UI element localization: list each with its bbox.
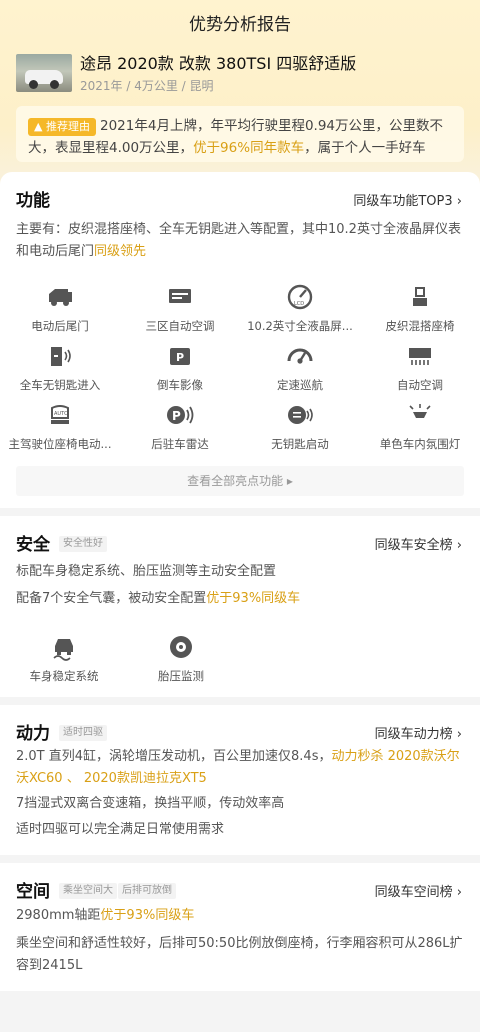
feature-label: 自动空调 — [397, 378, 443, 392]
chevron-right-icon: › — [456, 727, 462, 742]
tire-pressure-icon — [170, 636, 192, 658]
feature-label: 主驾驶位座椅电动... — [8, 437, 112, 451]
space-line-2: 乘坐空间和舒适性较好，后排可50:50比例放倒座椅，行李厢容积可从286L扩容到… — [16, 936, 463, 973]
svg-text:AUTO: AUTO — [54, 411, 68, 417]
safety-tag: 安全性好 — [59, 536, 107, 552]
page-title: 优势分析报告 — [189, 15, 291, 35]
thumb-up-icon: ▲ — [34, 120, 43, 133]
chevron-right-icon: › — [456, 538, 462, 553]
feature-item[interactable]: P 倒车影像 — [120, 343, 240, 393]
cruise-icon — [287, 348, 313, 364]
space-rank-link[interactable]: 同级车空间榜 › — [375, 881, 462, 900]
feature-item[interactable]: 电动后尾门 — [0, 284, 120, 334]
power-line-3: 适时四驱可以完全满足日常使用需求 — [16, 822, 225, 837]
compare-link-xt5[interactable]: 2020款凯迪拉克XT5 — [84, 771, 207, 786]
power-title: 动力 — [16, 724, 50, 744]
feature-tire-pressure[interactable]: 胎压监测 — [131, 634, 231, 684]
feature-label: 单色车内氛围灯 — [379, 437, 461, 451]
space-title: 空间 — [16, 882, 50, 902]
power-card: 动力 适时四驱 同级车动力榜 › 2.0T 直列4缸，涡轮增压发动机，百公里加速… — [0, 705, 480, 855]
feature-item[interactable]: 皮织混搭座椅 — [360, 284, 480, 334]
feature-item[interactable]: LCD 10.2英寸全液晶屏... — [240, 284, 360, 334]
stability-icon — [53, 639, 73, 661]
feature-item[interactable]: 三区自动空调 — [120, 284, 240, 334]
power-line-1: 2.0T 直列4缸，涡轮增压发动机，百公里加速仅8.4s，动力秒杀 2020款沃… — [16, 749, 460, 786]
svg-text:P: P — [172, 409, 181, 423]
feature-item[interactable]: AUTO 主驾驶位座椅电动... — [0, 402, 120, 452]
feature-item[interactable]: 单色车内氛围灯 — [360, 402, 480, 452]
feature-item[interactable]: 无钥匙启动 — [240, 402, 360, 452]
seat-icon — [413, 287, 427, 306]
feature-item[interactable]: 全车无钥匙进入 — [0, 343, 120, 393]
space-line-1: 2980mm轴距优于93%同级车 — [16, 908, 195, 923]
climate-icon — [169, 289, 191, 303]
feature-label: 倒车影像 — [157, 378, 203, 392]
function-card: 功能 同级车功能TOP3 › 主要有：皮织混搭座椅、全车无钥匙进入等配置，其中1… — [0, 172, 480, 508]
chevron-right-icon: › — [456, 194, 462, 209]
space-tag-2: 后排可放倒 — [118, 883, 176, 899]
keyless-start-icon — [288, 406, 313, 424]
car-meta: 2021年 / 4万公里 / 昆明 — [80, 79, 214, 93]
power-rank-link[interactable]: 同级车动力榜 › — [375, 723, 462, 742]
power-seat-icon: AUTO — [51, 405, 69, 424]
function-top3-link[interactable]: 同级车功能TOP3 › — [353, 190, 462, 209]
feature-label: 三区自动空调 — [145, 319, 215, 333]
feature-label: 电动后尾门 — [31, 319, 89, 333]
reverse-camera-icon: P — [170, 348, 190, 365]
safety-line-1: 标配车身稳定系统、胎压监测等主动安全配置 — [16, 564, 277, 579]
chevron-right-icon: › — [456, 885, 462, 900]
recommend-box: 2021年4月上牌，年平均行驶里程0.94万公里，公里数不大，表显里程4.00万… — [16, 106, 464, 162]
function-title: 功能 — [16, 191, 50, 211]
function-desc: 主要有：皮织混搭座椅、全车无钥匙进入等配置，其中10.2英寸全液晶屏仪表和电动后… — [16, 222, 461, 259]
feature-label: 后驻车雷达 — [151, 437, 209, 451]
feature-item[interactable]: 自动空调 — [360, 343, 480, 393]
feature-label: 皮织混搭座椅 — [385, 319, 455, 333]
feature-label: 无钥匙启动 — [271, 437, 329, 451]
parking-radar-icon: P — [167, 406, 194, 424]
svg-text:LCD: LCD — [294, 301, 304, 307]
car-thumbnail[interactable] — [16, 54, 72, 92]
power-line-2: 7挡湿式双离合变速箱，换挡平顺，传动效率高 — [16, 796, 285, 811]
recommend-highlight: 优于96%同年款车 — [193, 140, 305, 156]
recommend-badge: ▲ 推荐理由 — [28, 118, 96, 136]
svg-text:P: P — [176, 351, 184, 364]
safety-rank-link[interactable]: 同级车安全榜 › — [375, 534, 462, 553]
ambient-light-icon — [409, 404, 431, 418]
lcd-gauge-icon: LCD — [287, 284, 313, 310]
auto-ac-icon — [409, 348, 431, 365]
space-card: 空间 乘坐空间大 后排可放倒 同级车空间榜 › 2980mm轴距优于93%同级车… — [0, 863, 480, 991]
feature-item[interactable]: 定速巡航 — [240, 343, 360, 393]
feature-label: 定速巡航 — [277, 378, 323, 392]
tailgate-icon — [49, 289, 72, 306]
feature-label: 10.2英寸全液晶屏... — [247, 319, 353, 333]
keyless-entry-icon — [51, 347, 71, 366]
view-all-features-button[interactable]: 查看全部亮点功能 ▸ — [16, 466, 464, 496]
space-tag-1: 乘坐空间大 — [59, 883, 117, 899]
feature-stability[interactable]: 车身稳定系统 — [14, 634, 114, 684]
power-tag: 适时四驱 — [59, 725, 107, 741]
feature-label: 全车无钥匙进入 — [19, 378, 101, 392]
feature-item[interactable]: P 后驻车雷达 — [120, 402, 240, 452]
safety-title: 安全 — [16, 535, 50, 555]
car-name: 途昂 2020款 改款 380TSI 四驱舒适版 — [80, 54, 357, 73]
safety-line-2: 配备7个安全气囊，被动安全配置优于93%同级车 — [16, 591, 301, 606]
safety-card: 安全 安全性好 同级车安全榜 › 标配车身稳定系统、胎压监测等主动安全配置 配备… — [0, 516, 480, 697]
